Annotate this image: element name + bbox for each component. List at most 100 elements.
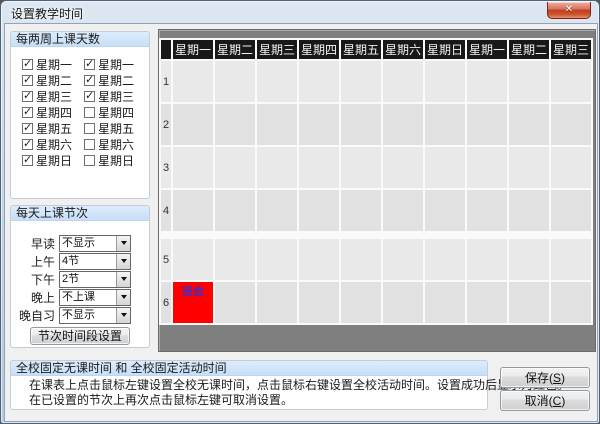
checkbox-checked-icon[interactable]: ✓ [84,91,95,102]
schedule-cell[interactable] [299,104,339,145]
schedule-cell[interactable] [467,190,507,231]
schedule-cell[interactable] [341,61,381,102]
checkbox-checked-icon[interactable]: ✓ [84,59,95,70]
schedule-cell[interactable] [509,61,549,102]
schedule-cell[interactable] [467,147,507,188]
day-checkbox-week2-2[interactable]: ✓星期三 [84,88,146,104]
schedule-cell[interactable] [425,104,465,145]
schedule-cell[interactable] [257,239,297,280]
schedule-cell[interactable] [425,282,465,323]
period-time-settings-button[interactable]: 节次时间段设置 [30,327,130,345]
schedule-cell[interactable] [257,282,297,323]
checkbox-unchecked-icon[interactable] [84,107,95,118]
schedule-cell[interactable] [173,190,213,231]
schedule-cell-marked[interactable]: 班会 [173,282,213,323]
schedule-cell[interactable] [383,282,423,323]
checkbox-checked-icon[interactable]: ✓ [84,75,95,86]
schedule-cell[interactable] [551,282,591,323]
checkbox-unchecked-icon[interactable] [84,139,95,150]
period-select-4[interactable]: 不显示 [59,307,131,324]
schedule-cell[interactable] [551,104,591,145]
checkbox-checked-icon[interactable]: ✓ [22,139,33,150]
schedule-cell[interactable] [215,282,255,323]
schedule-cell[interactable] [509,239,549,280]
cancel-button[interactable]: 取消(C) [500,390,590,411]
checkbox-unchecked-icon[interactable] [84,155,95,166]
save-button[interactable]: 保存(S) [500,367,590,388]
schedule-cell[interactable] [425,147,465,188]
schedule-cell[interactable] [299,147,339,188]
schedule-cell[interactable] [341,104,381,145]
period-select-1[interactable]: 4节 [59,253,131,270]
schedule-cell[interactable] [383,147,423,188]
close-icon[interactable]: ✕ [547,2,591,19]
schedule-cell[interactable] [467,61,507,102]
schedule-cell[interactable] [383,61,423,102]
schedule-cell[interactable] [341,147,381,188]
chevron-down-icon[interactable] [116,254,130,269]
period-select-0[interactable]: 不显示 [59,235,131,252]
schedule-cell[interactable] [215,147,255,188]
day-checkbox-week1-5[interactable]: ✓星期六 [22,136,84,152]
schedule-cell[interactable] [467,239,507,280]
schedule-cell[interactable] [299,190,339,231]
schedule-cell[interactable] [467,104,507,145]
chevron-down-icon[interactable] [116,308,130,323]
checkbox-checked-icon[interactable]: ✓ [22,91,33,102]
schedule-cell[interactable] [257,190,297,231]
day-checkbox-week1-3[interactable]: ✓星期四 [22,104,84,120]
schedule-cell[interactable] [341,190,381,231]
schedule-cell[interactable] [173,61,213,102]
schedule-cell[interactable] [299,239,339,280]
schedule-cell[interactable] [299,61,339,102]
checkbox-unchecked-icon[interactable] [84,123,95,134]
checkbox-checked-icon[interactable]: ✓ [22,59,33,70]
schedule-cell[interactable] [551,61,591,102]
schedule-cell[interactable] [425,61,465,102]
day-checkbox-week1-1[interactable]: ✓星期二 [22,72,84,88]
checkbox-checked-icon[interactable]: ✓ [22,123,33,134]
schedule-cell[interactable] [509,282,549,323]
schedule-cell[interactable] [551,239,591,280]
period-select-3[interactable]: 不上课 [59,289,131,306]
day-checkbox-week2-3[interactable]: 星期四 [84,104,146,120]
day-checkbox-week2-1[interactable]: ✓星期二 [84,72,146,88]
day-checkbox-week1-2[interactable]: ✓星期三 [22,88,84,104]
chevron-down-icon[interactable] [116,272,130,287]
chevron-down-icon[interactable] [116,236,130,251]
chevron-down-icon[interactable] [116,290,130,305]
schedule-cell[interactable] [383,239,423,280]
title-bar[interactable]: 设置教学时间 ✕ [1,1,599,23]
schedule-cell[interactable] [173,147,213,188]
day-checkbox-week1-0[interactable]: ✓星期一 [22,56,84,72]
day-checkbox-week2-4[interactable]: 星期五 [84,120,146,136]
schedule-cell[interactable] [257,147,297,188]
checkbox-checked-icon[interactable]: ✓ [22,75,33,86]
schedule-cell[interactable] [257,104,297,145]
schedule-cell[interactable] [467,282,507,323]
day-checkbox-week1-6[interactable]: ✓星期日 [22,152,84,168]
schedule-cell[interactable] [257,61,297,102]
checkbox-checked-icon[interactable]: ✓ [22,155,33,166]
schedule-cell[interactable] [383,190,423,231]
schedule-cell[interactable] [509,104,549,145]
schedule-cell[interactable] [173,239,213,280]
schedule-cell[interactable] [425,239,465,280]
schedule-cell[interactable] [509,147,549,188]
schedule-cell[interactable] [215,239,255,280]
schedule-cell[interactable] [215,61,255,102]
schedule-cell[interactable] [551,147,591,188]
day-checkbox-week2-0[interactable]: ✓星期一 [84,56,146,72]
schedule-cell[interactable] [215,190,255,231]
schedule-cell[interactable] [425,190,465,231]
schedule-cell[interactable] [341,282,381,323]
schedule-cell[interactable] [215,104,255,145]
schedule-cell[interactable] [509,190,549,231]
day-checkbox-week1-4[interactable]: ✓星期五 [22,120,84,136]
schedule-cell[interactable] [173,104,213,145]
checkbox-checked-icon[interactable]: ✓ [22,107,33,118]
schedule-cell[interactable] [551,190,591,231]
day-checkbox-week2-5[interactable]: 星期六 [84,136,146,152]
schedule-cell[interactable] [383,104,423,145]
day-checkbox-week2-6[interactable]: 星期日 [84,152,146,168]
